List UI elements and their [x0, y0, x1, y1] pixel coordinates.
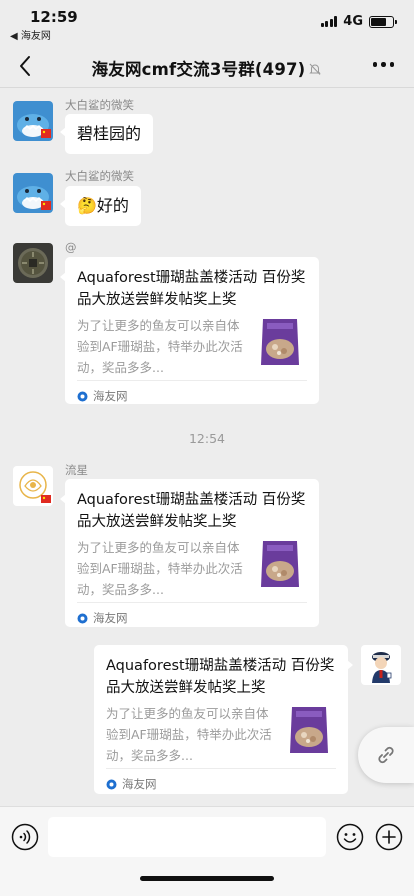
card-divider	[77, 380, 307, 381]
card-source: 海友网	[77, 610, 128, 626]
sender-name: @	[65, 240, 77, 254]
timestamp-separator: 12:54	[188, 431, 226, 446]
avatar[interactable]	[13, 173, 53, 213]
chat-title: 海友网cmf交流3号群(497)	[0, 56, 414, 80]
card-title: Aquaforest珊瑚盐盖楼活动 百份奖品大放送尝鲜发帖奖上奖	[106, 658, 335, 696]
sender-name: 流星	[65, 463, 88, 477]
back-to-app-link[interactable]: ◀ 海友网	[10, 27, 51, 42]
card-description: 为了让更多的鱼友可以亲自体验到AF珊瑚盐，特举办此次活动，奖品多多...	[106, 706, 272, 763]
sender-name: 大白鲨的微笑	[65, 98, 134, 112]
message-bubble[interactable]: 🤔好的	[60, 186, 141, 226]
card-description: 为了让更多的鱼友可以亲自体验到AF珊瑚盐，特举办此次活动，奖品多多...	[77, 318, 243, 375]
message-text: 好的	[96, 196, 129, 215]
my-avatar[interactable]	[361, 645, 401, 685]
card-source-label: 海友网	[93, 611, 128, 625]
product-thumbnail	[257, 315, 303, 369]
source-app-icon	[77, 613, 88, 623]
ellipsis-icon	[372, 62, 377, 67]
chat-nav-bar: 海友网cmf交流3号群(497)	[0, 44, 414, 88]
card-source-label: 海友网	[93, 389, 128, 403]
signal-icon	[320, 16, 338, 27]
link-card[interactable]: Aquaforest珊瑚盐盖楼活动 百份奖品大放送尝鲜发帖奖上奖 为了让更多的鱼…	[60, 479, 319, 627]
card-title: Aquaforest珊瑚盐盖楼活动 百份奖品大放送尝鲜发帖奖上奖	[77, 270, 306, 308]
link-icon	[378, 746, 394, 764]
product-thumbnail	[286, 703, 332, 757]
floating-link-button[interactable]	[358, 727, 414, 783]
card-divider	[77, 602, 307, 603]
avatar[interactable]	[13, 101, 53, 141]
source-app-icon	[77, 391, 88, 401]
emoji-icon[interactable]	[336, 823, 364, 851]
status-bar: 12:59 ◀ 海友网 4G	[0, 0, 414, 44]
link-card[interactable]: Aquaforest珊瑚盐盖楼活动 百份奖品大放送尝鲜发帖奖上奖 为了让更多的鱼…	[60, 257, 319, 404]
link-card[interactable]: Aquaforest珊瑚盐盖楼活动 百份奖品大放送尝鲜发帖奖上奖 为了让更多的鱼…	[94, 645, 353, 794]
avatar[interactable]	[13, 243, 53, 283]
card-source: 海友网	[106, 776, 157, 792]
network-label: 4G	[343, 14, 363, 29]
more-options-button[interactable]	[372, 62, 394, 67]
source-app-icon	[106, 779, 117, 789]
product-thumbnail	[257, 537, 303, 591]
battery-icon	[369, 15, 397, 28]
chat-title-text: 海友网cmf交流3号群(497)	[91, 60, 306, 79]
bell-off-icon	[309, 63, 322, 75]
card-divider	[106, 768, 336, 769]
voice-icon[interactable]	[11, 823, 39, 851]
card-source: 海友网	[77, 388, 128, 404]
thinking-emoji: 🤔	[77, 196, 97, 215]
chat-input-bar	[0, 806, 414, 896]
home-indicator	[140, 876, 274, 881]
message-text: 碧桂园的	[77, 124, 142, 143]
plus-icon[interactable]	[375, 823, 403, 851]
avatar[interactable]	[13, 466, 53, 506]
status-time: 12:59	[30, 8, 78, 26]
sender-name: 大白鲨的微笑	[65, 169, 134, 183]
card-source-label: 海友网	[122, 777, 157, 791]
card-description: 为了让更多的鱼友可以亲自体验到AF珊瑚盐，特举办此次活动，奖品多多...	[77, 540, 243, 597]
card-title: Aquaforest珊瑚盐盖楼活动 百份奖品大放送尝鲜发帖奖上奖	[77, 492, 306, 530]
message-input[interactable]	[48, 817, 326, 857]
message-bubble[interactable]: 碧桂园的	[59, 114, 154, 154]
